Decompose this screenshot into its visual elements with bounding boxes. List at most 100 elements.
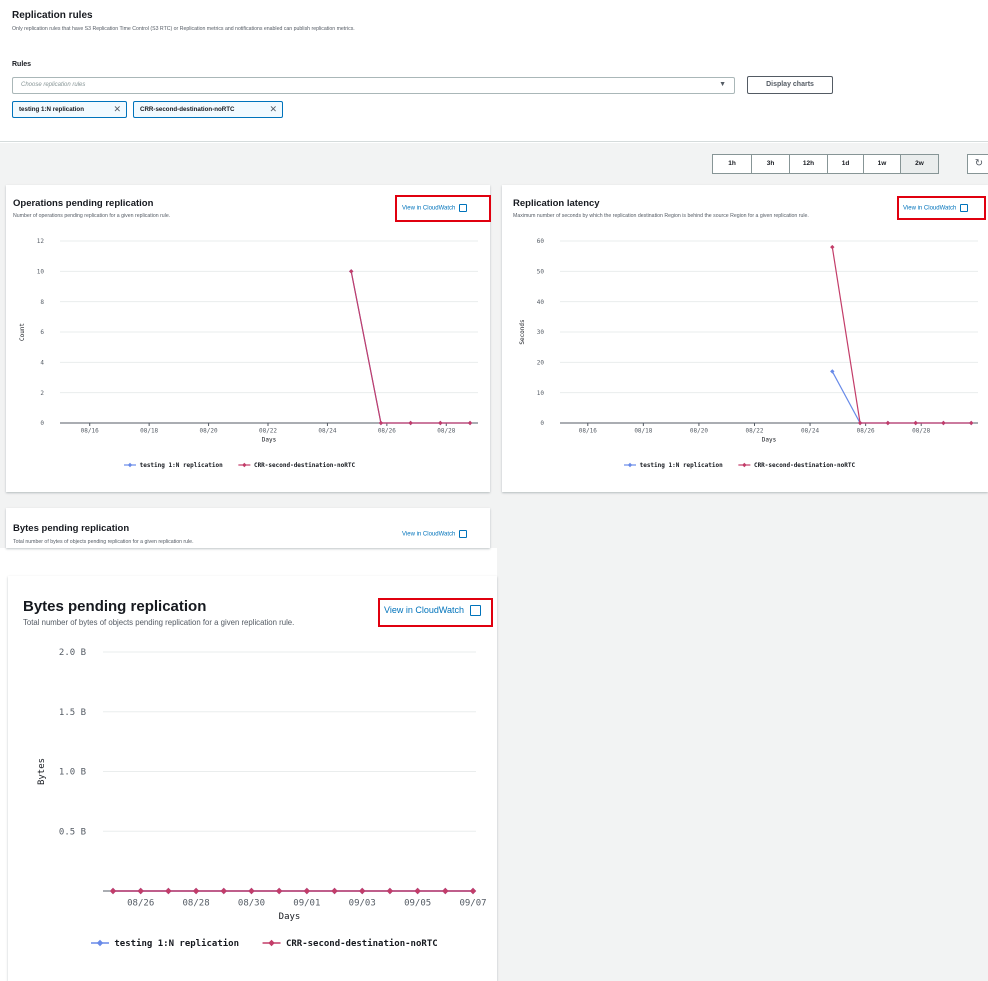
panel-description: Only replication rules that have S3 Repl… [12,26,355,32]
data-point [913,420,918,426]
series-line [831,246,972,424]
x-axis-title: Days [279,912,301,922]
y-tick-label: 1.0 B [59,768,86,778]
dismiss-icon[interactable]: ✕ [113,102,121,117]
replication-latency-card: Replication latency Maximum number of se… [502,185,988,492]
x-tick-label: 08/28 [912,428,930,435]
data-point [438,420,443,426]
token-label: CRR-second-destination-noRTC [140,106,235,113]
y-tick-label: 40 [537,299,545,306]
rules-label: Rules [12,61,32,68]
card-description: Total number of bytes of objects pending… [13,539,194,545]
highlight-box [395,195,491,222]
x-tick-label: 08/24 [801,428,819,435]
data-point [192,887,200,895]
data-point [165,887,172,895]
x-tick-label: 08/16 [81,428,99,435]
data-point [109,887,117,895]
data-point [303,887,311,895]
operations-pending-card: Operations pending replication Number of… [6,185,490,492]
y-tick-label: 4 [40,359,44,366]
legend-marker [127,462,133,468]
bytes-pending-card-preview: Bytes pending replication Total number o… [6,508,490,548]
y-axis-title: Bytes [37,758,47,785]
data-point [331,887,338,895]
legend-label: testing 1:N replication [640,462,723,469]
y-tick-label: 60 [537,238,545,245]
rule-token-testing: testing 1:N replication ✕ [12,101,127,118]
rule-token-crr: CRR-second-destination-noRTC ✕ [133,101,283,118]
refresh-icon[interactable]: ↻ [967,154,988,174]
legend-marker [268,939,275,947]
y-tick-label: 0 [540,420,544,427]
x-tick-label: 08/20 [690,428,708,435]
range-3h-button[interactable]: 3h [751,154,790,174]
view-in-cloudwatch-link[interactable]: View in CloudWatch [402,530,468,538]
x-axis-title: Days [262,437,277,444]
x-tick-label: 08/16 [579,428,597,435]
x-tick-label: 08/24 [318,428,336,435]
legend-label: CRR-second-destination-noRTC [286,938,438,949]
highlight-box [378,598,493,627]
operations-chart: 0 2 4 6 8 10 12 08/16 08/18 08/20 08/22 08/24 08/26 0… [19,238,478,469]
data-point [830,244,835,250]
legend-marker [96,939,104,947]
y-tick-label: 12 [37,238,45,245]
y-tick-label: 1.5 B [59,708,86,718]
x-tick-label: 08/26 [127,898,154,908]
display-charts-button[interactable]: Display charts [747,76,833,94]
range-1w-button[interactable]: 1w [863,154,901,174]
y-axis-title: Count [19,323,26,341]
x-tick-label: 08/28 [183,898,210,908]
range-1d-button[interactable]: 1d [827,154,864,174]
y-tick-label: 20 [537,359,545,366]
x-tick-label: 08/18 [634,428,652,435]
series-line [350,271,471,424]
data-point [248,887,255,895]
y-tick-label: 8 [40,299,44,306]
x-tick-label: 09/01 [293,898,320,908]
y-axis-title: Seconds [519,319,526,345]
x-tick-label: 08/26 [857,428,875,435]
x-tick-label: 08/26 [378,428,396,435]
x-tick-label: 09/05 [404,898,431,908]
data-point [349,269,354,274]
panel-title: Replication rules [12,10,93,21]
data-point [857,420,863,426]
y-tick-label: 30 [537,329,545,336]
data-point [359,887,366,895]
data-point [220,887,227,895]
external-link-icon [459,530,468,538]
legend-label: testing 1:N replication [140,462,223,469]
card-title: Bytes pending replication [13,523,130,534]
legend-marker [742,462,747,468]
bytes-chart: 0.5 B 1.0 B 1.5 B 2.0 B 08/26 08/28 08/30 09/01… [37,648,487,949]
data-point [137,887,144,895]
caret-down-icon: ▼ [719,81,726,88]
rules-multiselect[interactable]: Choose replication rules ▼ [12,77,735,94]
range-1h-button[interactable]: 1h [712,154,752,174]
legend-label: testing 1:N replication [114,938,239,949]
y-tick-label: 0.5 B [59,827,86,837]
replication-rules-panel: Replication rules Only replication rules… [0,0,988,142]
legend-label: CRR-second-destination-noRTC [254,462,356,469]
range-2w-button[interactable]: 2w [900,154,939,174]
x-tick-label: 09/03 [349,898,376,908]
empty-dashboard-area [497,548,988,981]
series-line [350,271,471,424]
data-point [469,887,477,895]
dismiss-icon[interactable]: ✕ [269,102,277,117]
latency-chart: 0 10 20 30 40 50 60 08/16 08/18 08/20 08/22 08/24 08… [519,238,978,469]
highlight-box [897,196,986,220]
x-tick-label: 08/22 [259,428,277,435]
y-tick-label: 10 [537,390,545,397]
data-point [408,420,413,426]
time-range-selector: 1h 3h 12h 1d 1w 2w [712,154,939,174]
range-12h-button[interactable]: 12h [789,154,828,174]
x-tick-label: 08/20 [200,428,218,435]
x-tick-label: 08/22 [745,428,763,435]
data-point [442,887,449,895]
legend-label: CRR-second-destination-noRTC [754,462,856,469]
data-point [969,420,974,426]
y-tick-label: 6 [40,329,44,336]
